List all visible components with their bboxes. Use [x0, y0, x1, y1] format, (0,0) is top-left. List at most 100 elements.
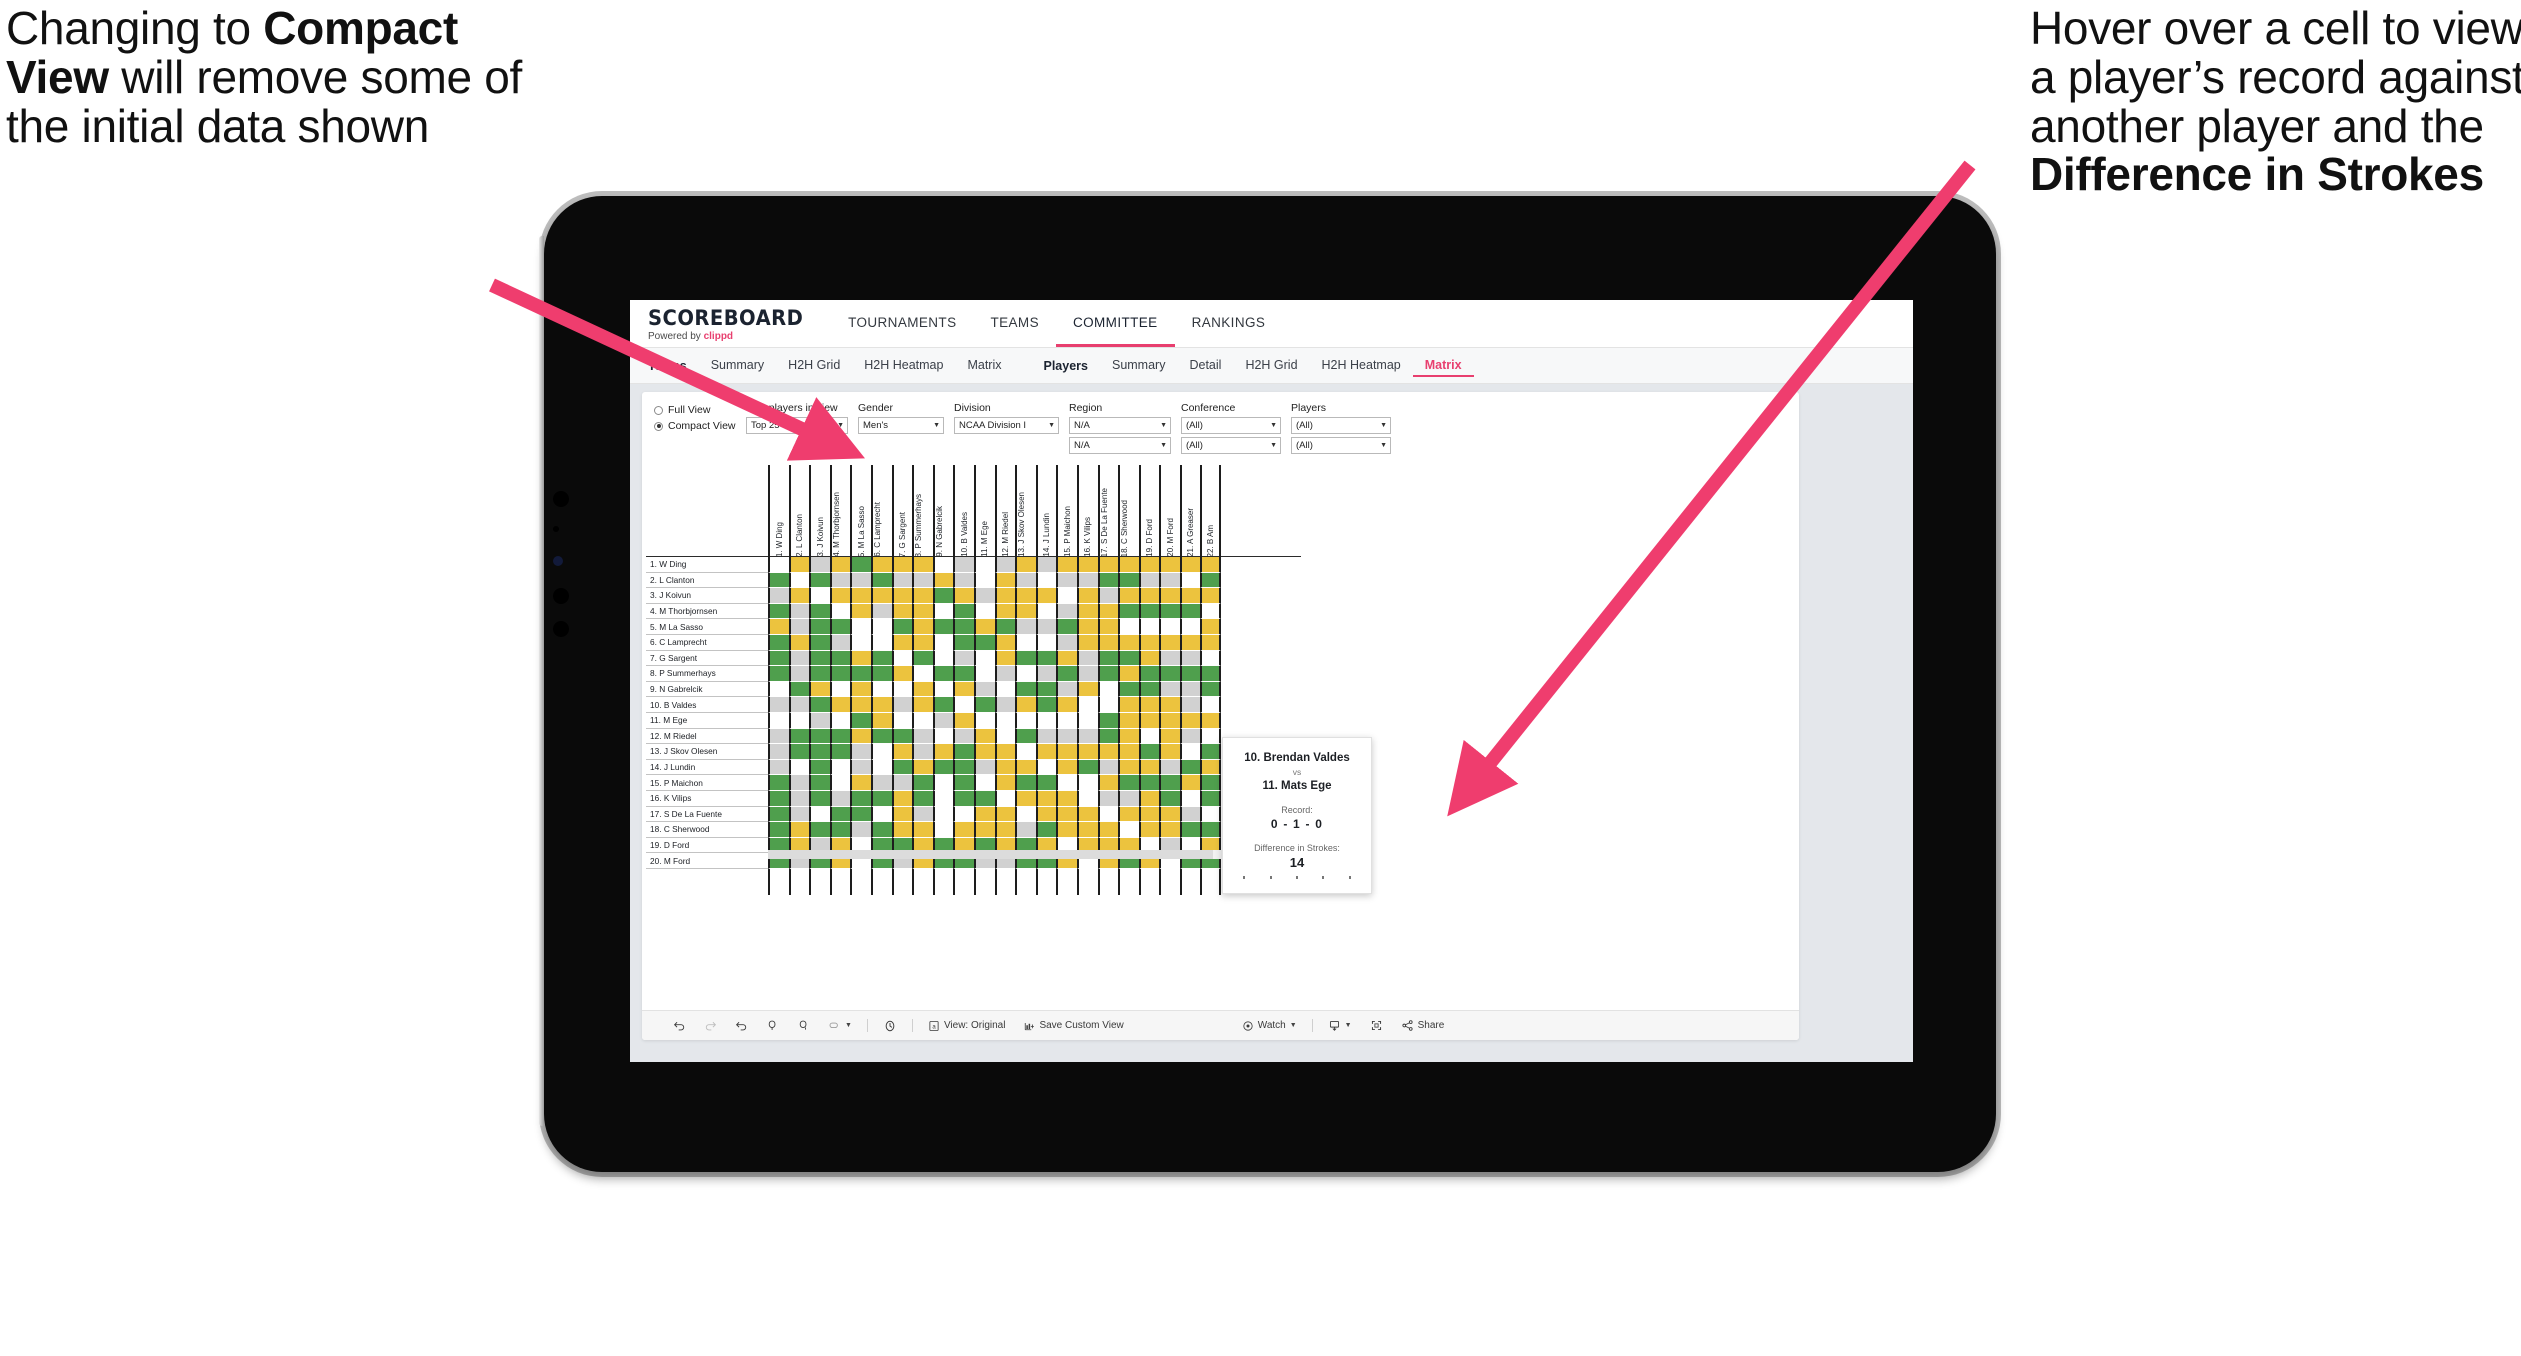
matrix-cell[interactable]	[850, 775, 871, 791]
matrix-cell[interactable]	[1159, 681, 1180, 698]
matrix-cell[interactable]	[1015, 759, 1036, 776]
matrix-cell[interactable]	[932, 619, 954, 635]
matrix-cell[interactable]	[912, 775, 933, 791]
matrix-cell[interactable]	[1159, 759, 1180, 776]
matrix-cell[interactable]	[1097, 822, 1119, 838]
matrix-row-label[interactable]: 15. P Maichon	[646, 775, 768, 791]
matrix-cell[interactable]	[788, 557, 810, 573]
matrix-cell[interactable]	[829, 759, 851, 776]
matrix-cell[interactable]	[1056, 697, 1077, 713]
matrix-cell[interactable]	[1015, 650, 1036, 667]
matrix-cell[interactable]	[912, 806, 933, 823]
matrix-cell[interactable]	[1138, 697, 1160, 713]
matrix-cell[interactable]	[973, 650, 995, 667]
matrix-cell[interactable]	[768, 822, 789, 838]
subnav-players-matrix[interactable]: Matrix	[1412, 355, 1474, 377]
matrix-cell[interactable]	[1118, 712, 1139, 729]
matrix-cell[interactable]	[912, 557, 933, 573]
matrix-cell[interactable]	[973, 712, 995, 729]
matrix-cell[interactable]	[973, 603, 995, 620]
matrix-cell[interactable]	[994, 790, 1016, 807]
matrix-cell[interactable]	[1076, 681, 1098, 698]
matrix-row-label[interactable]: 17. S De La Fuente	[646, 806, 768, 823]
matrix-cell[interactable]	[953, 588, 974, 604]
matrix-cell[interactable]	[1076, 728, 1098, 745]
matrix-cell[interactable]	[1076, 666, 1098, 682]
matrix-cell[interactable]	[1118, 728, 1139, 745]
matrix-cell[interactable]	[973, 697, 995, 713]
matrix-cell[interactable]	[1118, 650, 1139, 667]
matrix-cell[interactable]	[1076, 759, 1098, 776]
matrix-cell[interactable]	[953, 806, 974, 823]
matrix-cell[interactable]	[912, 588, 933, 604]
matrix-cell[interactable]	[994, 619, 1016, 635]
matrix-cell[interactable]	[1056, 681, 1077, 698]
matrix-cell[interactable]	[994, 744, 1016, 760]
matrix-cell[interactable]	[850, 681, 871, 698]
matrix-cell[interactable]	[1179, 557, 1201, 573]
matrix-cell[interactable]	[768, 619, 789, 635]
matrix-cell[interactable]	[1015, 744, 1036, 760]
matrix-cell[interactable]	[870, 650, 892, 667]
matrix-cell[interactable]	[809, 822, 830, 838]
matrix-cell[interactable]	[1200, 588, 1222, 604]
matrix-cell[interactable]	[809, 666, 830, 682]
matrix-cell[interactable]	[912, 619, 933, 635]
matrix-cell[interactable]	[829, 603, 851, 620]
filter-division-select[interactable]: NCAA Division I ▼	[954, 417, 1059, 434]
matrix-cell[interactable]	[1179, 806, 1201, 823]
topnav-committee[interactable]: COMMITTEE	[1055, 300, 1175, 347]
matrix-cell[interactable]	[1076, 634, 1098, 651]
matrix-cell[interactable]	[1015, 557, 1036, 573]
matrix-cell[interactable]	[809, 744, 830, 760]
matrix-cell[interactable]	[870, 775, 892, 791]
matrix-cell[interactable]	[809, 619, 830, 635]
matrix-cell[interactable]	[932, 744, 954, 760]
filter-players-select-secondary[interactable]: (All) ▼	[1291, 437, 1391, 454]
matrix-cell[interactable]	[973, 572, 995, 589]
matrix-cell[interactable]	[870, 728, 892, 745]
matrix-cell[interactable]	[912, 728, 933, 745]
matrix-row-label[interactable]: 10. B Valdes	[646, 697, 768, 713]
matrix-cell[interactable]	[932, 572, 954, 589]
matrix-cell[interactable]	[912, 650, 933, 667]
matrix-row-label[interactable]: 1. W Ding	[646, 557, 768, 573]
matrix-cell[interactable]	[1159, 822, 1180, 838]
matrix-cell[interactable]	[1200, 557, 1222, 573]
matrix-cell[interactable]	[1076, 697, 1098, 713]
matrix-cell[interactable]	[768, 572, 789, 589]
matrix-cell[interactable]	[1138, 744, 1160, 760]
matrix-cell[interactable]	[850, 557, 871, 573]
matrix-cell[interactable]	[1015, 822, 1036, 838]
matrix-cell[interactable]	[1035, 744, 1057, 760]
matrix-cell[interactable]	[1159, 790, 1180, 807]
subnav-teams-summary[interactable]: Summary	[699, 355, 776, 377]
matrix-cell[interactable]	[891, 650, 913, 667]
matrix-cell[interactable]	[829, 572, 851, 589]
matrix-cell[interactable]	[932, 759, 954, 776]
matrix-cell[interactable]	[1035, 728, 1057, 745]
filter-players-select[interactable]: (All) ▼	[1291, 417, 1391, 434]
matrix-cell[interactable]	[870, 759, 892, 776]
matrix-cell[interactable]	[1097, 744, 1119, 760]
matrix-cell[interactable]	[809, 775, 830, 791]
topnav-rankings[interactable]: RANKINGS	[1175, 300, 1283, 347]
matrix-cell[interactable]	[788, 572, 810, 589]
matrix-cell[interactable]	[891, 681, 913, 698]
matrix-cell[interactable]	[829, 650, 851, 667]
matrix-cell[interactable]	[953, 619, 974, 635]
matrix-cell[interactable]	[788, 775, 810, 791]
matrix-cell[interactable]	[1200, 775, 1222, 791]
matrix-cell[interactable]	[1118, 634, 1139, 651]
matrix-cell[interactable]	[932, 634, 954, 651]
matrix-cell[interactable]	[1035, 619, 1057, 635]
matrix-cell[interactable]	[788, 634, 810, 651]
matrix-cell[interactable]	[1179, 744, 1201, 760]
matrix-cell[interactable]	[1015, 728, 1036, 745]
matrix-cell[interactable]	[809, 728, 830, 745]
matrix-cell[interactable]	[809, 697, 830, 713]
matrix-cell[interactable]	[1076, 806, 1098, 823]
matrix-cell[interactable]	[932, 681, 954, 698]
matrix-cell[interactable]	[1179, 588, 1201, 604]
matrix-row-label[interactable]: 14. J Lundin	[646, 759, 768, 776]
